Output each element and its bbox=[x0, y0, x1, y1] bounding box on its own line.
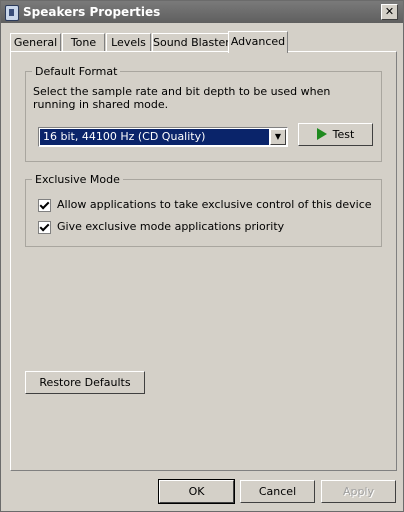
tab-general[interactable]: General bbox=[10, 33, 61, 52]
ok-button[interactable]: OK bbox=[158, 479, 235, 504]
properties-window: Speakers Properties ✕ General Tone Level… bbox=[0, 0, 404, 512]
close-icon: ✕ bbox=[384, 5, 395, 18]
exclusive-mode-group: Exclusive Mode Allow applications to tak… bbox=[25, 173, 382, 247]
speaker-icon bbox=[5, 5, 19, 21]
selected-format-value: 16 bit, 44100 Hz (CD Quality) bbox=[40, 129, 269, 145]
title-bar[interactable]: Speakers Properties ✕ bbox=[1, 1, 403, 23]
default-format-group: Default Format Select the sample rate an… bbox=[25, 65, 382, 162]
apply-button[interactable]: Apply bbox=[321, 480, 396, 503]
sample-rate-select[interactable]: 16 bit, 44100 Hz (CD Quality) ▼ bbox=[38, 127, 288, 147]
allow-exclusive-control-label[interactable]: Allow applications to take exclusive con… bbox=[57, 198, 372, 211]
play-icon bbox=[316, 128, 327, 140]
tab-sound-blaster[interactable]: Sound Blaster bbox=[152, 33, 230, 52]
tab-tone[interactable]: Tone bbox=[62, 33, 105, 52]
test-button-label: Test bbox=[332, 128, 355, 141]
dialog-button-bar: OK Cancel Apply bbox=[1, 473, 403, 511]
tab-levels[interactable]: Levels bbox=[106, 33, 151, 52]
default-format-legend: Default Format bbox=[32, 65, 121, 78]
default-format-description: Select the sample rate and bit depth to … bbox=[33, 85, 331, 111]
test-button[interactable]: Test bbox=[298, 123, 373, 146]
advanced-tab-panel: Default Format Select the sample rate an… bbox=[10, 51, 397, 471]
cancel-button[interactable]: Cancel bbox=[240, 480, 315, 503]
restore-defaults-button[interactable]: Restore Defaults bbox=[25, 371, 145, 394]
exclusive-mode-legend: Exclusive Mode bbox=[32, 173, 123, 186]
close-button[interactable]: ✕ bbox=[381, 4, 398, 20]
window-title: Speakers Properties bbox=[23, 5, 161, 19]
tab-advanced[interactable]: Advanced bbox=[228, 31, 288, 53]
allow-exclusive-control-checkbox[interactable] bbox=[38, 199, 51, 212]
exclusive-priority-checkbox[interactable] bbox=[38, 221, 51, 234]
dropdown-arrow-icon[interactable]: ▼ bbox=[270, 129, 286, 145]
exclusive-priority-label[interactable]: Give exclusive mode applications priorit… bbox=[57, 220, 284, 233]
